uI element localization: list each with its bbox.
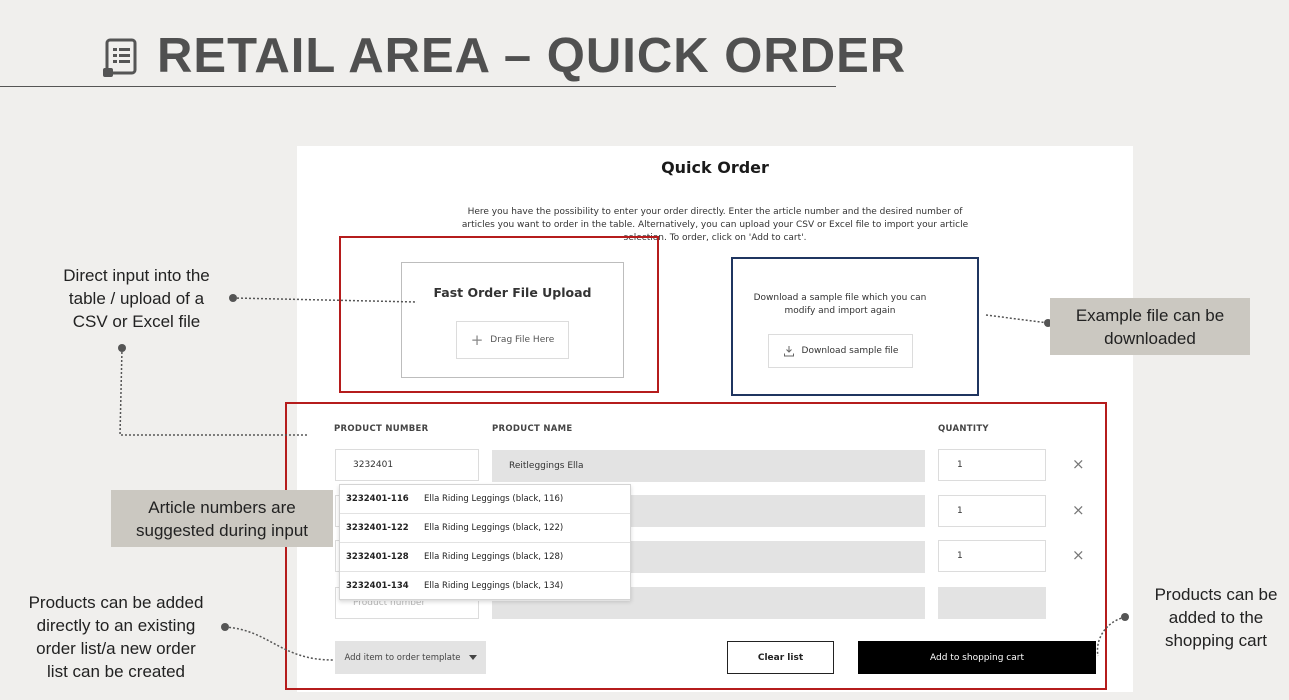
highlight-sample <box>731 257 979 396</box>
callout-example-file: Example file can be downloaded <box>1050 298 1250 355</box>
callout-order-list: Products can be added directly to an exi… <box>28 593 204 681</box>
highlight-table <box>285 402 1107 690</box>
callout-cart: Products can be added to the shopping ca… <box>1154 585 1278 650</box>
callout-suggested: Article numbers are suggested during inp… <box>111 490 333 547</box>
document-icon <box>103 38 137 77</box>
slide-title: RETAIL AREA – QUICK ORDER <box>157 29 907 83</box>
callout-direct-input: Direct input into the table / upload of … <box>63 266 210 331</box>
title-divider <box>0 86 836 87</box>
page-title: Quick Order <box>661 158 769 177</box>
highlight-upload <box>339 236 659 393</box>
